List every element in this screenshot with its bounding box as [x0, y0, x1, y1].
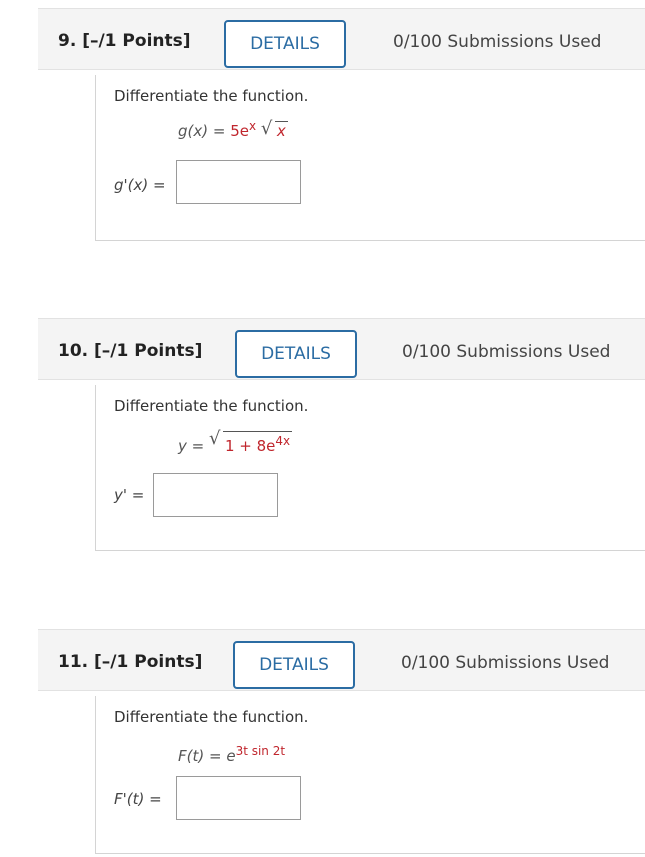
answer-label: g'(x) =	[114, 176, 166, 194]
question-header: 10. [–/1 Points] DETAILS 0/100 Submissio…	[38, 318, 645, 380]
answer-label: F'(t) =	[114, 790, 162, 808]
function-formula: F(t) = e3t sin 2t	[178, 744, 285, 765]
formula-lhs: y =	[178, 437, 209, 455]
details-button[interactable]: DETAILS	[224, 20, 346, 68]
question-prompt: Differentiate the function.	[114, 397, 309, 415]
submissions-used: 0/100 Submissions Used	[401, 653, 610, 673]
question-prompt: Differentiate the function.	[114, 87, 309, 105]
formula-radicand: x	[274, 121, 288, 140]
formula-radicand: 1 + 8e	[224, 437, 276, 455]
question-header: 11. [–/1 Points] DETAILS 0/100 Submissio…	[38, 629, 645, 691]
function-formula: g(x) = 5ex √ x	[178, 118, 288, 140]
assignment-page: 9. [–/1 Points] DETAILS 0/100 Submission…	[0, 0, 645, 857]
answer-input[interactable]	[176, 160, 301, 204]
formula-exponent: 4x	[275, 434, 291, 448]
answer-label: y' =	[114, 486, 145, 504]
question-header: 9. [–/1 Points] DETAILS 0/100 Submission…	[38, 8, 645, 70]
formula-lhs: g(x) =	[178, 122, 231, 140]
submissions-used: 0/100 Submissions Used	[393, 32, 602, 52]
radical-icon: √	[260, 118, 273, 139]
question-body: Differentiate the function. g(x) = 5ex √…	[95, 75, 645, 241]
function-formula: y = √ 1 + 8e4x	[178, 428, 293, 455]
formula-exponent: 3t sin 2t	[235, 744, 286, 758]
square-root: √ 1 + 8e4x	[208, 428, 293, 455]
formula-base: e	[226, 747, 236, 765]
question-body: Differentiate the function. F(t) = e3t s…	[95, 696, 645, 854]
details-button[interactable]: DETAILS	[233, 641, 355, 689]
answer-input[interactable]	[176, 776, 301, 820]
submissions-used: 0/100 Submissions Used	[402, 342, 611, 362]
radical-icon: √	[208, 428, 221, 449]
question-body: Differentiate the function. y = √ 1 + 8e4…	[95, 385, 645, 551]
formula-exponent: x	[249, 119, 257, 133]
square-root: √ x	[260, 118, 288, 140]
question-title: 11. [–/1 Points]	[58, 652, 203, 672]
question-title: 9. [–/1 Points]	[58, 31, 191, 51]
formula-radicand-group: 1 + 8e4x	[222, 431, 293, 455]
question-title: 10. [–/1 Points]	[58, 341, 203, 361]
formula-coefficient: 5e	[230, 122, 249, 140]
question-prompt: Differentiate the function.	[114, 708, 309, 726]
answer-input[interactable]	[153, 473, 278, 517]
details-button[interactable]: DETAILS	[235, 330, 357, 378]
formula-lhs: F(t) =	[178, 747, 227, 765]
